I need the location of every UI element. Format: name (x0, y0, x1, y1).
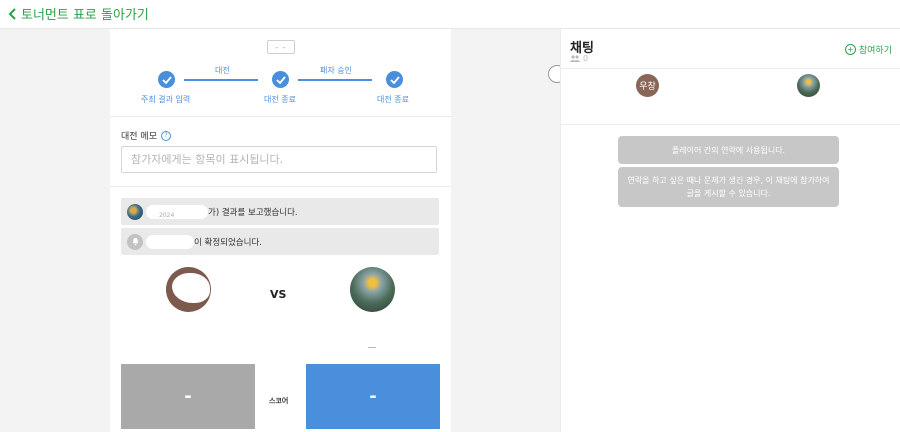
back-link-label: 토너먼트 표로 돌아가기 (21, 8, 149, 23)
help-icon[interactable]: ? (160, 130, 171, 141)
step-1-check (158, 71, 175, 88)
player-2-avatar[interactable] (350, 267, 395, 312)
step-2-check (272, 71, 289, 88)
redacted-name (146, 234, 194, 249)
score-label: 스코어 (269, 397, 289, 405)
chat-members-divider (561, 124, 900, 125)
match-panel: - - 대전 패자 승인 주최 결과 입력 대전 종료 대전 종료 대전 메모 … (110, 29, 451, 432)
step-2-label: 대전 종료 (264, 95, 296, 104)
separator-dash (368, 347, 376, 348)
join-chat-label: 참여하기 (858, 46, 892, 56)
chat-avatar-initials: 우창 (636, 74, 659, 97)
middle-gutter (451, 29, 560, 432)
vs-label: VS (270, 288, 287, 301)
log-entry-text: 이 확정되었습니다. (194, 237, 262, 248)
chat-member-count-value: 0 (583, 54, 589, 63)
step-connector-label-1: 대전 (215, 66, 230, 75)
chat-panel: 채팅 0 + 참여하기 우창 플레이어 간의 연락에 사용됩니다. 연락을 하고… (560, 29, 900, 432)
step-3-check (386, 71, 403, 88)
redacted-name (146, 204, 208, 219)
chat-notice-2: 연락을 하고 싶은 때나 문제가 생긴 경우, 이 채팅에 참가하여 글을 게시… (618, 167, 839, 207)
chat-member-count: 0 (570, 54, 588, 63)
log-entry-date: 2024 (159, 212, 175, 219)
memo-label: 대전 메모 ? (121, 129, 171, 142)
people-icon (570, 55, 580, 62)
check-icon (275, 75, 286, 84)
top-bar: 토너먼트 표로 돌아가기 (0, 0, 900, 29)
join-chat-button[interactable]: + 참여하기 (844, 43, 892, 56)
plus-circle-icon: + (844, 44, 856, 55)
system-bell-icon (127, 233, 143, 250)
step-3-label: 대전 종료 (377, 95, 409, 104)
memo-input[interactable] (121, 146, 437, 173)
step-connector-2 (298, 79, 372, 81)
player-1-avatar[interactable] (166, 267, 211, 312)
log-entry-report: 가) 결과를 보고했습니다. 2024 (121, 198, 439, 225)
back-to-bracket-link[interactable]: 토너먼트 표로 돌아가기 (8, 4, 149, 23)
log-entry-text: 가) 결과를 보고했습니다. (208, 207, 298, 218)
memo-label-text: 대전 메모 (121, 132, 157, 142)
step-1-label: 주최 결과 입력 (141, 95, 191, 104)
player-2-score[interactable]: - (306, 364, 440, 429)
match-options-button[interactable]: - - (267, 40, 295, 54)
step-connector-label-2: 패자 승인 (320, 66, 352, 75)
step-connector-1 (184, 79, 258, 81)
stepper-divider (110, 116, 451, 117)
chat-header-divider (561, 68, 900, 69)
chat-avatar-photo (797, 74, 820, 97)
chat-notice-1: 플레이어 간의 연락에 사용됩니다. (618, 136, 839, 164)
memo-divider (110, 186, 451, 187)
left-gutter (0, 29, 110, 432)
player-1-score[interactable]: - (121, 364, 255, 429)
chevron-left-icon (8, 7, 16, 20)
check-icon (389, 75, 400, 84)
log-entry-confirm: 이 확정되었습니다. (121, 228, 439, 255)
check-icon (161, 75, 172, 84)
player-avatar-small (127, 203, 143, 220)
chat-avatar-text: 우창 (639, 82, 656, 92)
